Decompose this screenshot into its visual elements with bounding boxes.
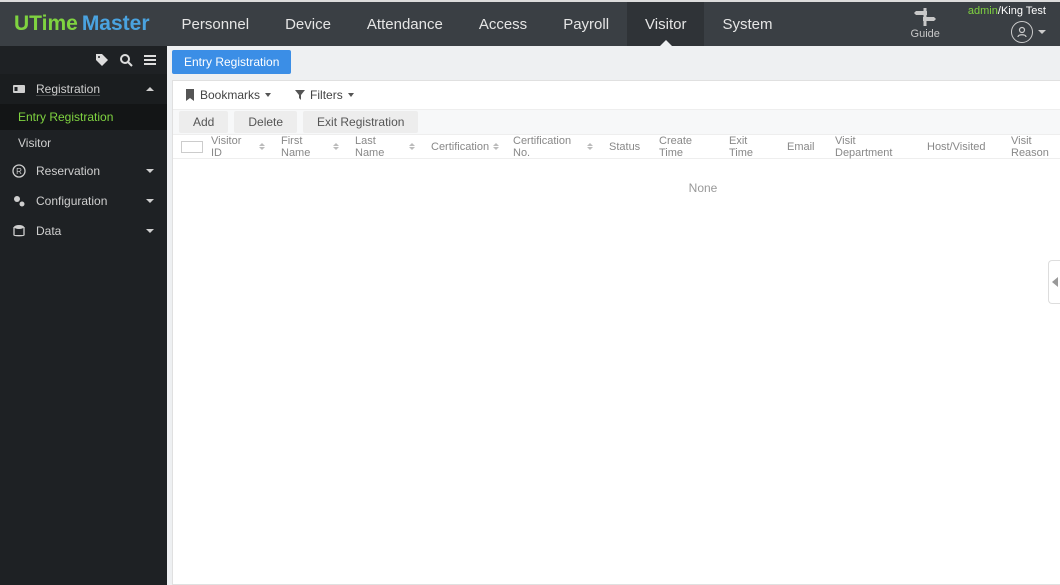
header-bar: UTime Master Personnel Device Attendance… (0, 2, 1060, 46)
search-icon[interactable] (119, 53, 133, 67)
main-area: Entry Registration Bookmarks Filters Add… (172, 50, 1060, 585)
signpost-icon (914, 8, 936, 26)
col-certification[interactable]: Certification (423, 141, 505, 153)
header-right: Guide admin/King Test (911, 2, 1060, 46)
chevron-down-icon (145, 226, 155, 236)
sidebar-sub-visitor[interactable]: Visitor (0, 130, 167, 156)
exit-registration-button[interactable]: Exit Registration (303, 111, 418, 133)
sort-icon (259, 143, 265, 150)
tag-icon[interactable] (95, 53, 109, 67)
tab-bar: Entry Registration (172, 50, 1060, 76)
gears-icon (12, 194, 26, 208)
sidebar-item-registration[interactable]: Registration (0, 74, 167, 104)
body-row: Registration Entry Registration Visitor … (0, 46, 1060, 585)
col-email[interactable]: Email (779, 141, 827, 153)
table-wrap: Visitor ID First Name Last Name Certific… (173, 135, 1060, 584)
chevron-left-icon (1052, 277, 1058, 287)
user-names: admin/King Test (968, 5, 1046, 17)
chevron-up-icon (145, 84, 155, 94)
content-panel: Bookmarks Filters Add Delete Exit Regist… (172, 80, 1060, 585)
logo-part2: Master (82, 12, 150, 36)
sort-icon (409, 143, 415, 150)
id-card-icon (12, 82, 26, 96)
nav-device[interactable]: Device (267, 2, 349, 46)
actions-row: Add Delete Exit Registration (173, 109, 1060, 135)
filters-label: Filters (310, 88, 343, 102)
col-exit-time[interactable]: Exit Time (721, 135, 779, 159)
col-visitor-id[interactable]: Visitor ID (203, 135, 273, 159)
nav-visitor[interactable]: Visitor (627, 2, 704, 46)
caret-down-icon (348, 93, 354, 97)
nav-access[interactable]: Access (461, 2, 545, 46)
col-first-name[interactable]: First Name (273, 135, 347, 159)
col-host-visited[interactable]: Host/Visited (919, 141, 1003, 153)
table-header: Visitor ID First Name Last Name Certific… (173, 135, 1060, 159)
col-last-name[interactable]: Last Name (347, 135, 423, 159)
guide-label: Guide (911, 28, 940, 40)
database-icon (12, 224, 26, 238)
toolbar: Bookmarks Filters (173, 81, 1060, 109)
svg-text:R: R (16, 167, 22, 176)
bookmarks-dropdown[interactable]: Bookmarks (185, 88, 271, 102)
col-create-time[interactable]: Create Time (651, 135, 721, 159)
delete-button[interactable]: Delete (234, 111, 297, 133)
nav-payroll[interactable]: Payroll (545, 2, 627, 46)
tab-entry-registration[interactable]: Entry Registration (172, 50, 291, 74)
side-panel-handle[interactable] (1048, 260, 1060, 304)
registered-icon: R (12, 164, 26, 178)
select-all-checkbox[interactable] (181, 141, 203, 153)
logo-part1: UTime (14, 12, 78, 36)
filter-icon (295, 90, 305, 100)
user-king: King Test (1001, 5, 1046, 17)
nav-attendance[interactable]: Attendance (349, 2, 461, 46)
sidebar-label: Reservation (36, 164, 100, 178)
col-certification-no[interactable]: Certification No. (505, 135, 601, 159)
col-status[interactable]: Status (601, 141, 651, 153)
sort-icon (333, 143, 339, 150)
sidebar-label: Registration (36, 82, 100, 96)
sidebar-tools (0, 46, 167, 74)
nav-system[interactable]: System (704, 2, 790, 46)
user-block: admin/King Test (968, 5, 1046, 43)
sidebar-sub-entry-registration[interactable]: Entry Registration (0, 104, 167, 130)
sort-icon (493, 143, 499, 150)
list-icon[interactable] (143, 53, 157, 67)
sidebar-item-reservation[interactable]: R Reservation (0, 156, 167, 186)
nav-personnel[interactable]: Personnel (164, 2, 268, 46)
guide-button[interactable]: Guide (911, 8, 940, 40)
filters-dropdown[interactable]: Filters (295, 88, 354, 102)
col-visit-department[interactable]: Visit Department (827, 135, 919, 159)
chevron-down-icon (145, 166, 155, 176)
sidebar-label: Data (36, 224, 61, 238)
user-admin: admin (968, 5, 998, 17)
app-logo[interactable]: UTime Master (0, 12, 164, 36)
user-menu[interactable] (1011, 21, 1046, 43)
chevron-down-icon (145, 196, 155, 206)
avatar-icon (1011, 21, 1033, 43)
caret-down-icon (265, 93, 271, 97)
sidebar: Registration Entry Registration Visitor … (0, 46, 167, 585)
sidebar-item-configuration[interactable]: Configuration (0, 186, 167, 216)
bookmark-icon (185, 89, 195, 101)
col-visit-reason[interactable]: Visit Reason (1003, 135, 1060, 159)
add-button[interactable]: Add (179, 111, 228, 133)
sidebar-item-data[interactable]: Data (0, 216, 167, 246)
main-nav: Personnel Device Attendance Access Payro… (164, 2, 791, 46)
chevron-down-icon (1038, 30, 1046, 34)
sidebar-label: Configuration (36, 194, 107, 208)
sort-icon (587, 143, 593, 150)
table-empty: None (173, 159, 1060, 195)
bookmarks-label: Bookmarks (200, 88, 260, 102)
